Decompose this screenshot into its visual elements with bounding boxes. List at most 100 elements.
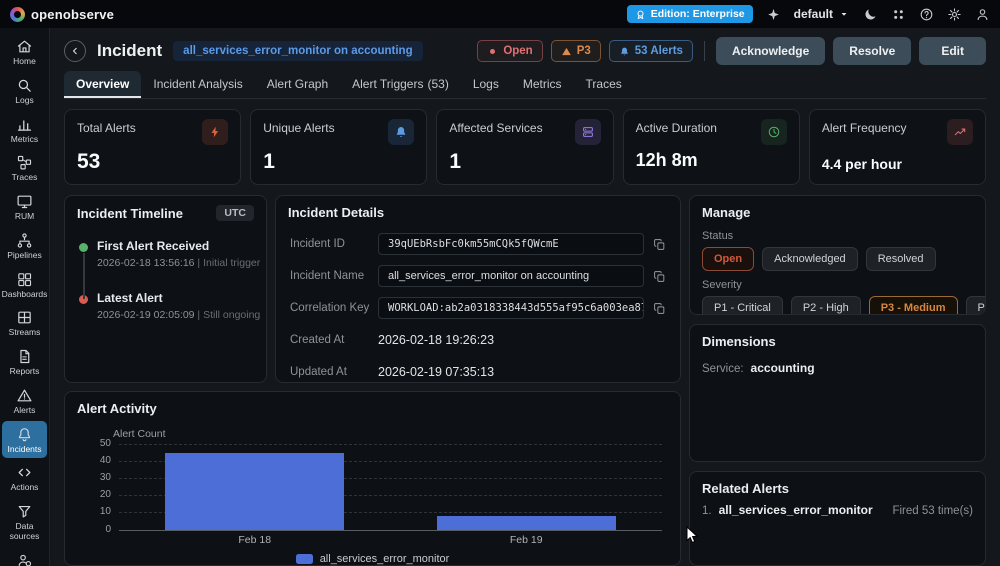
brand[interactable]: openobserve — [10, 7, 114, 22]
tab-metrics[interactable]: Metrics — [511, 71, 574, 98]
copy-icon[interactable] — [653, 302, 666, 315]
sidebar-item-alerts[interactable]: Alerts — [2, 382, 47, 420]
clock-icon — [761, 119, 787, 145]
help-icon[interactable] — [919, 7, 934, 22]
main-content: Incident all_services_error_monitor on a… — [50, 28, 1000, 566]
account-icon[interactable] — [975, 7, 990, 22]
edit-button[interactable]: Edit — [919, 37, 986, 65]
server-icon — [575, 119, 601, 145]
sidebar-item-home[interactable]: Home — [2, 33, 47, 71]
alerts-count-badge: 53 Alerts — [609, 40, 693, 62]
warning-triangle-icon — [16, 387, 33, 404]
y-tick-label: 50 — [85, 438, 111, 449]
sidebar-item-actions[interactable]: Actions — [2, 459, 47, 497]
related-alert-row[interactable]: 1. all_services_error_monitor Fired 53 t… — [690, 500, 985, 517]
legend-swatch — [296, 554, 313, 564]
tab-alert-graph[interactable]: Alert Graph — [255, 71, 340, 98]
sidebar-item-iam[interactable]: IAM — [2, 547, 47, 566]
severity-p4-button[interactable]: P4 - Low — [966, 296, 987, 315]
tab-overview[interactable]: Overview — [64, 71, 141, 98]
stat-alert-frequency: Alert Frequency 4.4 per hour — [809, 109, 986, 185]
incident-name-value: all_services_error_monitor on accounting — [378, 265, 644, 287]
divider — [704, 41, 705, 61]
stat-value: 12h 8m — [636, 150, 787, 171]
users-icon — [16, 552, 33, 566]
tab-alert-triggers[interactable]: Alert Triggers(53) — [340, 71, 461, 98]
created-at-value: 2026-02-18 19:26:23 — [378, 333, 494, 347]
status-acknowledged-button[interactable]: Acknowledged — [762, 247, 858, 271]
warning-triangle-icon — [561, 46, 572, 57]
severity-p3-button[interactable]: P3 - Medium — [869, 296, 958, 315]
severity-p1-button[interactable]: P1 - Critical — [702, 296, 783, 315]
dimension-value: accounting — [751, 361, 815, 375]
brand-name: openobserve — [31, 7, 114, 22]
edition-badge[interactable]: Edition: Enterprise — [627, 5, 753, 23]
timeline-connector — [83, 253, 85, 299]
field-correlation-key: Correlation Key WORKLOAD:ab2a0318338443d… — [290, 296, 666, 320]
sidebar-item-streams[interactable]: Streams — [2, 304, 47, 342]
sidebar-item-traces[interactable]: Traces — [2, 149, 47, 187]
sidebar-item-data-sources[interactable]: Data sources — [2, 498, 47, 546]
updated-at-value: 2026-02-19 07:35:13 — [378, 365, 494, 379]
chart-y-axis-label: Alert Count — [113, 428, 680, 440]
chart-x-axis: Feb 18Feb 19 — [119, 530, 662, 544]
search-icon — [16, 77, 33, 94]
related-alerts-panel: Related Alerts 1. all_services_error_mon… — [689, 471, 986, 566]
caret-down-icon — [838, 8, 850, 20]
ai-sparkle-icon[interactable] — [766, 7, 781, 22]
chart-title: Alert Activity — [77, 401, 157, 416]
stat-value: 1 — [449, 150, 600, 174]
trend-up-icon — [947, 119, 973, 145]
hierarchy-icon — [16, 232, 33, 249]
monitor-icon — [16, 193, 33, 210]
copy-icon[interactable] — [653, 270, 666, 283]
gridline — [119, 444, 662, 445]
sidebar-item-incidents[interactable]: Incidents — [2, 421, 47, 459]
grid-icon — [16, 271, 33, 288]
sidebar-item-rum[interactable]: RUM — [2, 188, 47, 226]
copy-icon[interactable] — [653, 238, 666, 251]
y-tick-label: 0 — [85, 524, 111, 535]
bell-icon — [619, 46, 630, 57]
y-tick-label: 40 — [85, 455, 111, 466]
y-tick-label: 20 — [85, 489, 111, 500]
sidebar-item-pipelines[interactable]: Pipelines — [2, 227, 47, 265]
incident-details-panel: Incident Details Incident ID 39qUEbRsbFc… — [275, 195, 681, 383]
bar-feb-19 — [437, 516, 616, 530]
chart-legend[interactable]: all_services_error_monitor — [65, 553, 680, 565]
org-selector[interactable]: default — [794, 7, 850, 21]
severity-p2-button[interactable]: P2 - High — [791, 296, 861, 315]
apps-icon[interactable] — [891, 7, 906, 22]
chevron-left-icon — [68, 44, 82, 58]
theme-toggle-moon-icon[interactable] — [863, 7, 878, 22]
incident-name-badge: all_services_error_monitor on accounting — [173, 41, 422, 61]
dot-icon — [487, 46, 498, 57]
severity-label: Severity — [702, 279, 973, 291]
stat-active-duration: Active Duration 12h 8m — [623, 109, 800, 185]
back-button[interactable] — [64, 40, 86, 62]
sidebar-item-logs[interactable]: Logs — [2, 72, 47, 110]
status-badge-open: Open — [477, 40, 542, 62]
stat-affected-services: Affected Services 1 — [436, 109, 613, 185]
sidebar-item-dashboards[interactable]: Dashboards — [2, 266, 47, 304]
status-open-button[interactable]: Open — [702, 247, 754, 271]
dimension-key: Service: — [702, 363, 744, 375]
sidebar-item-metrics[interactable]: Metrics — [2, 111, 47, 149]
timeline-event-first-alert: First Alert Received 2026-02-18 13:56:16… — [79, 239, 254, 269]
table-icon — [16, 309, 33, 326]
document-icon — [16, 348, 33, 365]
tab-traces[interactable]: Traces — [574, 71, 634, 98]
status-resolved-button[interactable]: Resolved — [866, 247, 936, 271]
sidebar: Home Logs Metrics Traces RUM Pipelines D… — [0, 28, 50, 566]
acknowledge-button[interactable]: Acknowledge — [716, 37, 825, 65]
bar-chart: 01020304050 — [119, 444, 662, 530]
field-incident-id: Incident ID 39qUEbRsbFc0km55mCQk5fQWcmE — [290, 232, 666, 256]
tab-incident-analysis[interactable]: Incident Analysis — [141, 71, 254, 98]
resolve-button[interactable]: Resolve — [833, 37, 911, 65]
incident-timeline-panel: Incident Timeline UTC First Alert Receiv… — [64, 195, 267, 383]
tab-logs[interactable]: Logs — [461, 71, 511, 98]
x-tick-label: Feb 18 — [119, 534, 391, 546]
sidebar-item-reports[interactable]: Reports — [2, 343, 47, 381]
stat-cards: Total Alerts 53 Unique Alerts 1 Affected… — [64, 109, 986, 185]
settings-gear-icon[interactable] — [947, 7, 962, 22]
